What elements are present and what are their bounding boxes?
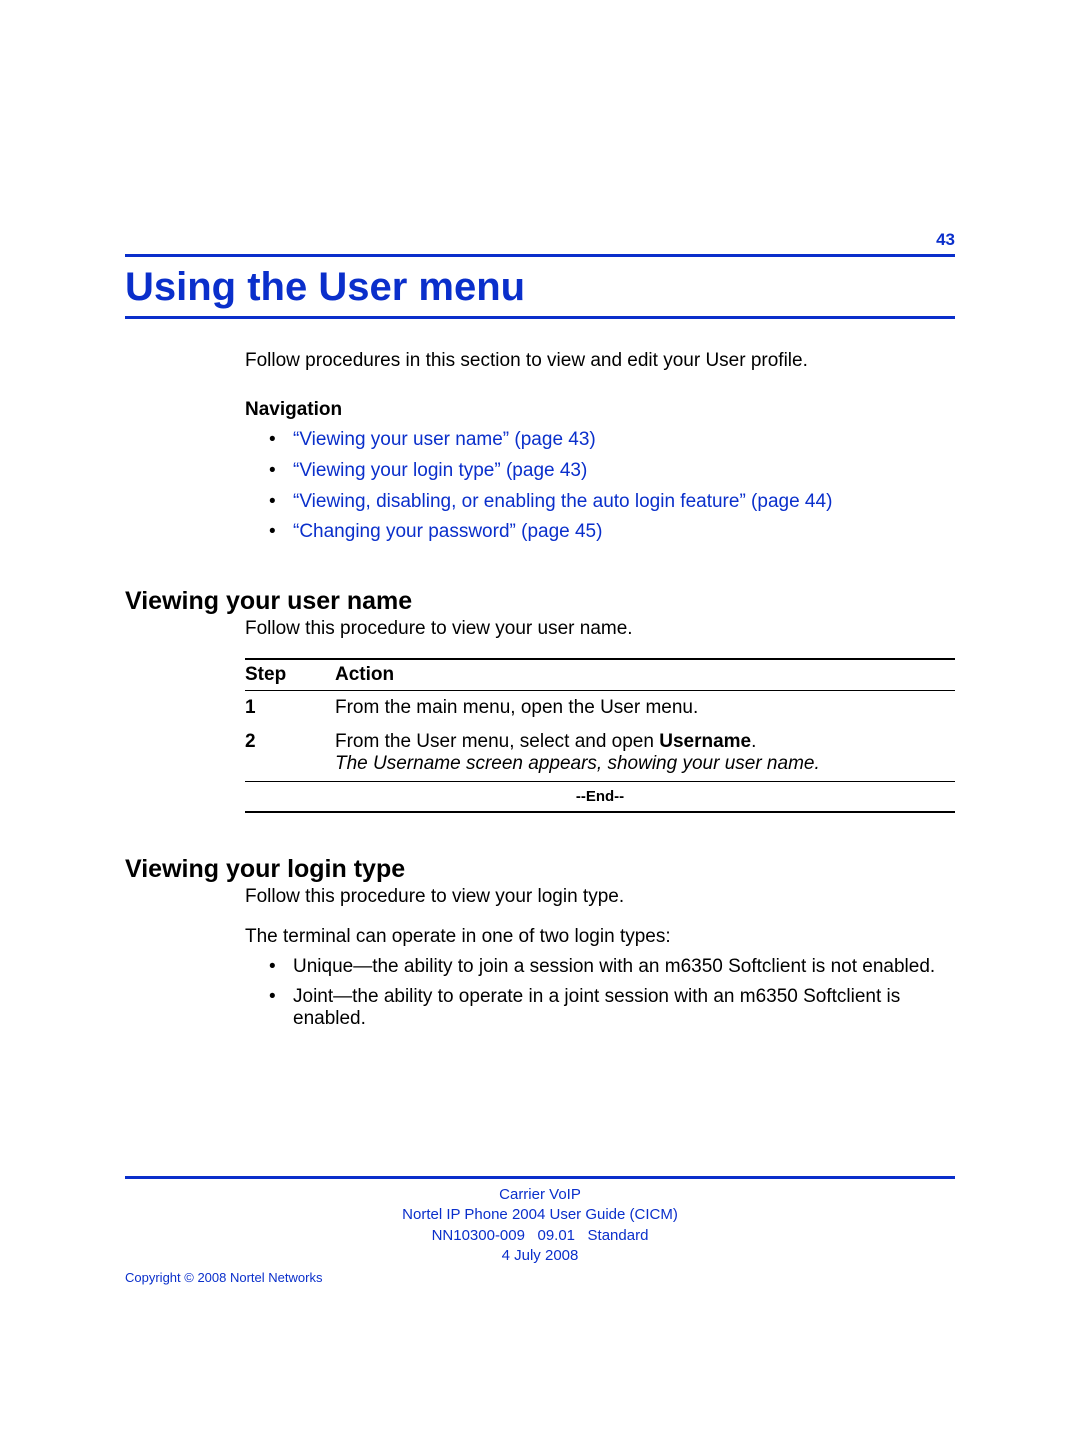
intro-block: Follow procedures in this section to vie… <box>245 349 955 545</box>
step-number: 2 <box>245 731 335 775</box>
action-text: . <box>751 731 756 752</box>
section2-intro: Follow this procedure to view your login… <box>245 886 955 908</box>
nav-link[interactable]: “Viewing your login type” (page 43) <box>269 459 955 484</box>
navigation-label: Navigation <box>245 398 955 423</box>
step-action: From the User menu, select and open User… <box>335 731 955 775</box>
step-action: From the main menu, open the User menu. <box>335 697 955 719</box>
title-rule-top <box>125 254 955 257</box>
section1-intro: Follow this procedure to view your user … <box>245 618 955 640</box>
section1-body: Follow this procedure to view your user … <box>245 618 955 813</box>
section-heading-viewing-user-name: Viewing your user name <box>125 587 955 616</box>
footer-line: NN10300-009 09.01 Standard <box>125 1226 955 1246</box>
table-row: 2 From the User menu, select and open Us… <box>245 725 955 781</box>
section2-body: Follow this procedure to view your login… <box>245 886 955 1030</box>
footer-rule <box>125 1176 955 1179</box>
procedure-end-label: --End-- <box>245 782 955 811</box>
footer-text: Carrier VoIP Nortel IP Phone 2004 User G… <box>125 1185 955 1266</box>
page-footer: Carrier VoIP Nortel IP Phone 2004 User G… <box>125 1176 955 1285</box>
navigation-list: “Viewing your user name” (page 43) “View… <box>269 428 955 545</box>
chapter-title: Using the User menu <box>125 265 955 310</box>
table-header-row: Step Action <box>245 660 955 690</box>
footer-line: Carrier VoIP <box>125 1185 955 1205</box>
nav-link[interactable]: “Viewing your user name” (page 43) <box>269 428 955 453</box>
footer-version: 09.01 <box>537 1227 575 1244</box>
action-bold: Username <box>659 731 751 752</box>
footer-status: Standard <box>588 1227 649 1244</box>
footer-date: 4 July 2008 <box>125 1246 955 1266</box>
footer-doc-number: NN10300-009 <box>432 1227 525 1244</box>
page-number: 43 <box>125 230 955 250</box>
list-item: Unique—the ability to join a session wit… <box>269 956 955 978</box>
login-type-list: Unique—the ability to join a session wit… <box>269 956 955 1030</box>
action-text: From the User menu, select and open <box>335 731 659 752</box>
section-heading-viewing-login-type: Viewing your login type <box>125 855 955 884</box>
step-number: 1 <box>245 697 335 719</box>
procedure-table: Step Action 1 From the main menu, open t… <box>245 658 955 813</box>
intro-text: Follow procedures in this section to vie… <box>245 349 955 374</box>
section2-lead: The terminal can operate in one of two l… <box>245 926 955 948</box>
nav-link[interactable]: “Viewing, disabling, or enabling the aut… <box>269 490 955 515</box>
document-page: 43 Using the User menu Follow procedures… <box>0 0 1080 1030</box>
table-header-step: Step <box>245 664 335 686</box>
footer-line: Nortel IP Phone 2004 User Guide (CICM) <box>125 1205 955 1225</box>
table-header-action: Action <box>335 664 955 686</box>
table-row: 1 From the main menu, open the User menu… <box>245 691 955 725</box>
nav-link[interactable]: “Changing your password” (page 45) <box>269 520 955 545</box>
title-rule-bottom <box>125 316 955 319</box>
step-result: The Username screen appears, showing you… <box>335 753 820 774</box>
list-item: Joint—the ability to operate in a joint … <box>269 986 955 1030</box>
copyright-text: Copyright © 2008 Nortel Networks <box>125 1270 955 1285</box>
